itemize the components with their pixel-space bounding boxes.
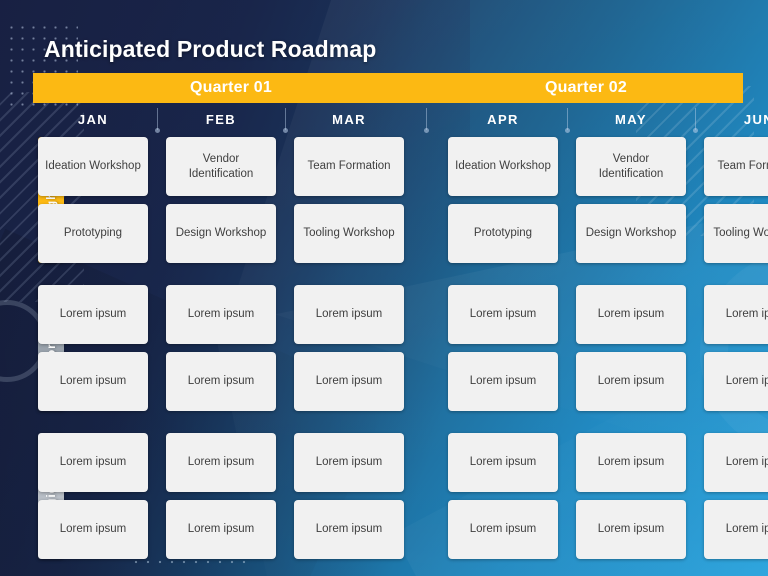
roadmap-card-label: Lorem ipsum (725, 523, 768, 536)
roadmap-card[interactable]: Tooling Workshop (294, 204, 404, 263)
roadmap-card-label: Lorem ipsum (315, 523, 383, 536)
roadmap-card[interactable]: Lorem ipsum (448, 285, 558, 344)
slide-canvas: Anticipated Product Roadmap Quarter 01 Qu… (0, 0, 768, 576)
roadmap-card[interactable]: Lorem ipsum (294, 433, 404, 492)
roadmap-card-label: Lorem ipsum (315, 456, 383, 469)
roadmap-card[interactable]: Ideation Workshop (448, 137, 558, 196)
roadmap-card-label: Lorem ipsum (187, 456, 255, 469)
roadmap-card[interactable]: Lorem ipsum (704, 352, 768, 411)
roadmap-card-label: Lorem ipsum (187, 523, 255, 536)
roadmap-card-label: Lorem ipsum (59, 456, 127, 469)
roadmap-card-label: Lorem ipsum (59, 523, 127, 536)
roadmap-band-performers: Performers Lorem ipsum Lorem ipsum Lorem ip… (33, 285, 768, 411)
roadmap-card[interactable]: Lorem ipsum (166, 285, 276, 344)
roadmap-card[interactable]: Design Workshop (166, 204, 276, 263)
roadmap-card-label: Lorem ipsum (315, 375, 383, 388)
roadmap-card[interactable]: Lorem ipsum (294, 500, 404, 559)
roadmap-card-label: Prototyping (473, 227, 533, 240)
roadmap-card[interactable]: Lorem ipsum (38, 500, 148, 559)
roadmap-card[interactable]: Lorem ipsum (448, 352, 558, 411)
roadmap-card-label: Team Formation (307, 160, 391, 173)
roadmap-band-hygiene: Hygiene Lorem ipsum Lorem ipsum Lorem ipsum… (33, 433, 768, 559)
roadmap-card[interactable]: Lorem ipsum (294, 285, 404, 344)
roadmap-card[interactable]: Lorem ipsum (576, 433, 686, 492)
roadmap-card-label: Design Workshop (175, 227, 267, 240)
roadmap-card[interactable]: Design Workshop (576, 204, 686, 263)
roadmap-card[interactable]: Lorem ipsum (166, 500, 276, 559)
roadmap-card-label: Lorem ipsum (597, 308, 665, 321)
roadmap-grid: Delighters Ideation Workshop Vendor Identi… (0, 0, 768, 576)
roadmap-card[interactable]: Tooling Workshop (704, 204, 768, 263)
roadmap-card[interactable]: Team Formation (704, 137, 768, 196)
roadmap-card-label: Lorem ipsum (187, 375, 255, 388)
roadmap-card-label: Lorem ipsum (315, 308, 383, 321)
roadmap-card-label: Lorem ipsum (597, 456, 665, 469)
roadmap-card-label: Prototyping (63, 227, 123, 240)
roadmap-card-label: Ideation Workshop (45, 160, 141, 173)
roadmap-card[interactable]: Lorem ipsum (38, 285, 148, 344)
roadmap-card[interactable]: Lorem ipsum (166, 433, 276, 492)
roadmap-card[interactable]: Lorem ipsum (294, 352, 404, 411)
roadmap-card[interactable]: Team Formation (294, 137, 404, 196)
roadmap-card[interactable]: Lorem ipsum (704, 500, 768, 559)
roadmap-card[interactable]: Vendor Identification (576, 137, 686, 196)
roadmap-card[interactable]: Vendor Identification (166, 137, 276, 196)
roadmap-card[interactable]: Lorem ipsum (166, 352, 276, 411)
roadmap-card[interactable]: Lorem ipsum (704, 285, 768, 344)
roadmap-card[interactable]: Lorem ipsum (448, 500, 558, 559)
roadmap-band-delighters: Delighters Ideation Workshop Vendor Identi… (33, 137, 768, 263)
roadmap-card[interactable]: Prototyping (448, 204, 558, 263)
roadmap-card-label: Lorem ipsum (725, 375, 768, 388)
roadmap-card[interactable]: Ideation Workshop (38, 137, 148, 196)
roadmap-card-label: Tooling Workshop (303, 227, 395, 240)
roadmap-card[interactable]: Prototyping (38, 204, 148, 263)
roadmap-card-label: Ideation Workshop (455, 160, 551, 173)
roadmap-card[interactable]: Lorem ipsum (576, 285, 686, 344)
roadmap-card-label: Lorem ipsum (59, 308, 127, 321)
roadmap-card-label: Lorem ipsum (469, 523, 537, 536)
roadmap-card-label: Lorem ipsum (59, 375, 127, 388)
roadmap-card-label: Lorem ipsum (725, 456, 768, 469)
roadmap-card[interactable]: Lorem ipsum (38, 433, 148, 492)
roadmap-card-label: Lorem ipsum (725, 308, 768, 321)
roadmap-card-label: Lorem ipsum (469, 308, 537, 321)
roadmap-card-label: Team Formation (717, 160, 768, 173)
roadmap-card[interactable]: Lorem ipsum (576, 352, 686, 411)
roadmap-card[interactable]: Lorem ipsum (704, 433, 768, 492)
roadmap-card-label: Vendor Identification (598, 153, 664, 180)
roadmap-card[interactable]: Lorem ipsum (38, 352, 148, 411)
roadmap-card-label: Lorem ipsum (187, 308, 255, 321)
roadmap-card-label: Lorem ipsum (597, 375, 665, 388)
roadmap-card-label: Lorem ipsum (469, 456, 537, 469)
roadmap-card-label: Vendor Identification (188, 153, 254, 180)
roadmap-card-label: Lorem ipsum (469, 375, 537, 388)
roadmap-card-label: Design Workshop (585, 227, 677, 240)
roadmap-card[interactable]: Lorem ipsum (448, 433, 558, 492)
roadmap-card-label: Tooling Workshop (713, 227, 768, 240)
roadmap-card-label: Lorem ipsum (597, 523, 665, 536)
roadmap-card[interactable]: Lorem ipsum (576, 500, 686, 559)
